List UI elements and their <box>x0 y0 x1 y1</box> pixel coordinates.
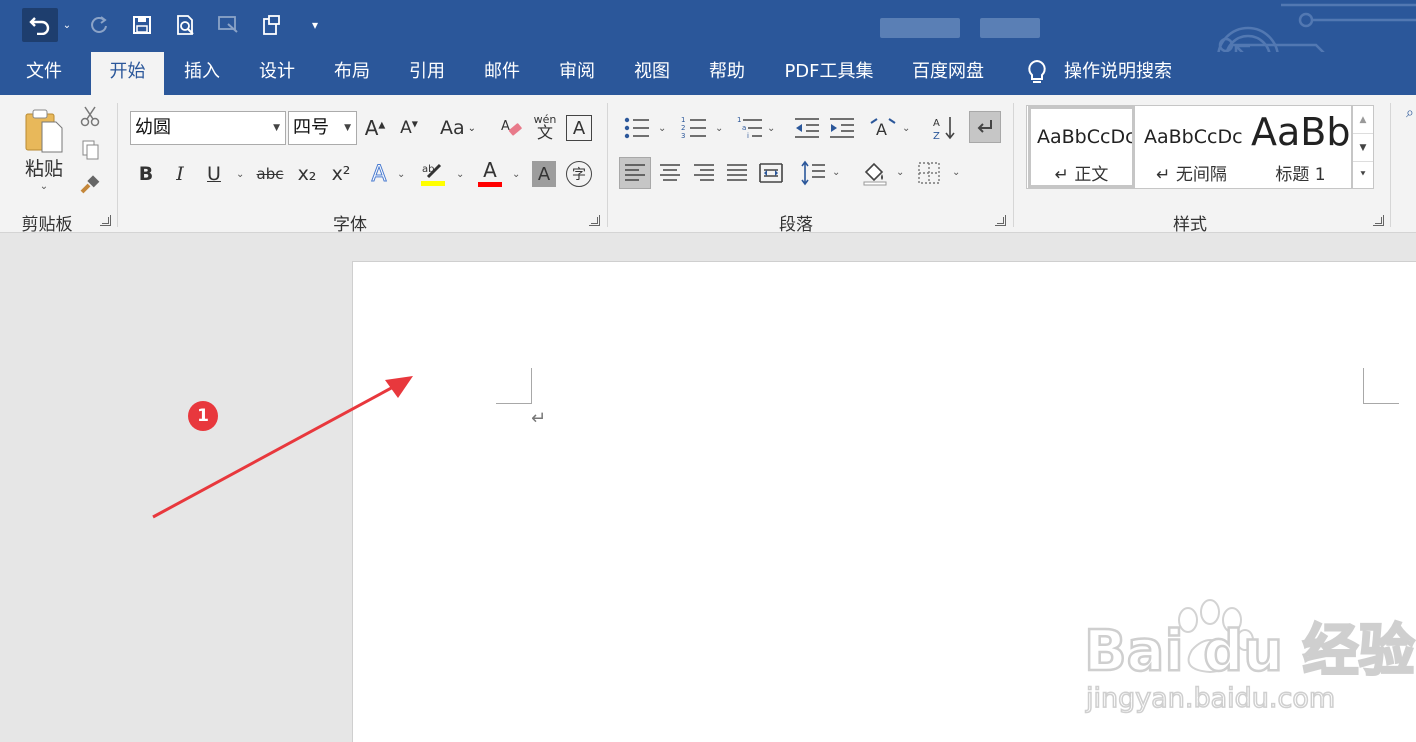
step-badge: 1 <box>188 401 218 431</box>
watermark-url: jingyan.baidu.com <box>1085 683 1335 714</box>
watermark-logo: Bai du 经验 <box>1084 619 1415 684</box>
baidu-jingyan-watermark: Bai du 经验 jingyan.baidu.com <box>1083 599 1416 715</box>
